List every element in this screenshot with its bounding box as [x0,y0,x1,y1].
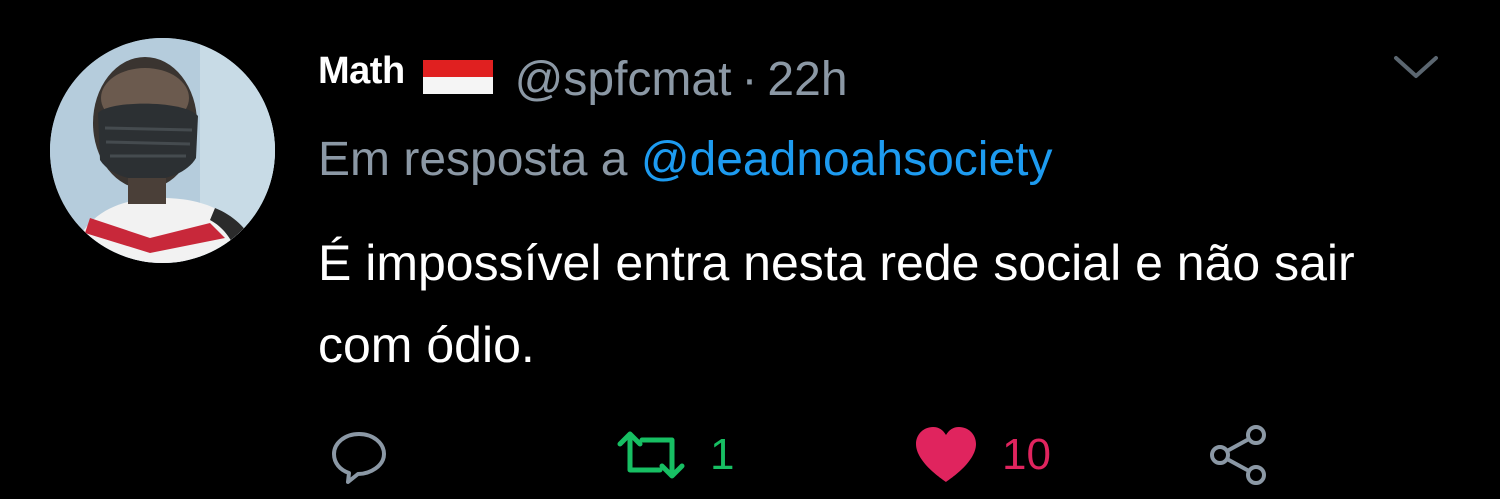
retweet-count: 1 [710,430,735,479]
like-button[interactable]: 10 [912,420,1051,490]
share-button[interactable] [1206,420,1272,490]
reply-prefix: Em resposta a [318,133,628,186]
like-count: 10 [1002,430,1051,479]
action-bar: 1 10 [0,420,1500,490]
reply-icon [328,424,390,486]
timestamp[interactable]: 22h [767,52,847,107]
retweet-button[interactable]: 1 [614,420,734,490]
reply-button[interactable] [328,420,390,490]
reply-context: Em resposta a @deadnoahsociety [318,132,1053,187]
flag-icon [422,60,493,94]
tweet-header: Math @spfcmat · 22h [318,36,848,106]
reply-mention-link[interactable]: @deadnoahsociety [641,133,1053,186]
share-icon [1206,422,1272,488]
heart-icon [912,424,980,486]
chevron-down-icon[interactable] [1392,50,1440,84]
retweet-icon [614,424,688,486]
separator-dot: · [741,52,758,106]
avatar[interactable] [50,38,275,263]
tweet-text: É impossível entra nesta rede social e n… [318,235,1355,373]
user-handle[interactable]: @spfcmat [515,52,732,107]
display-name[interactable]: Math [318,50,405,93]
